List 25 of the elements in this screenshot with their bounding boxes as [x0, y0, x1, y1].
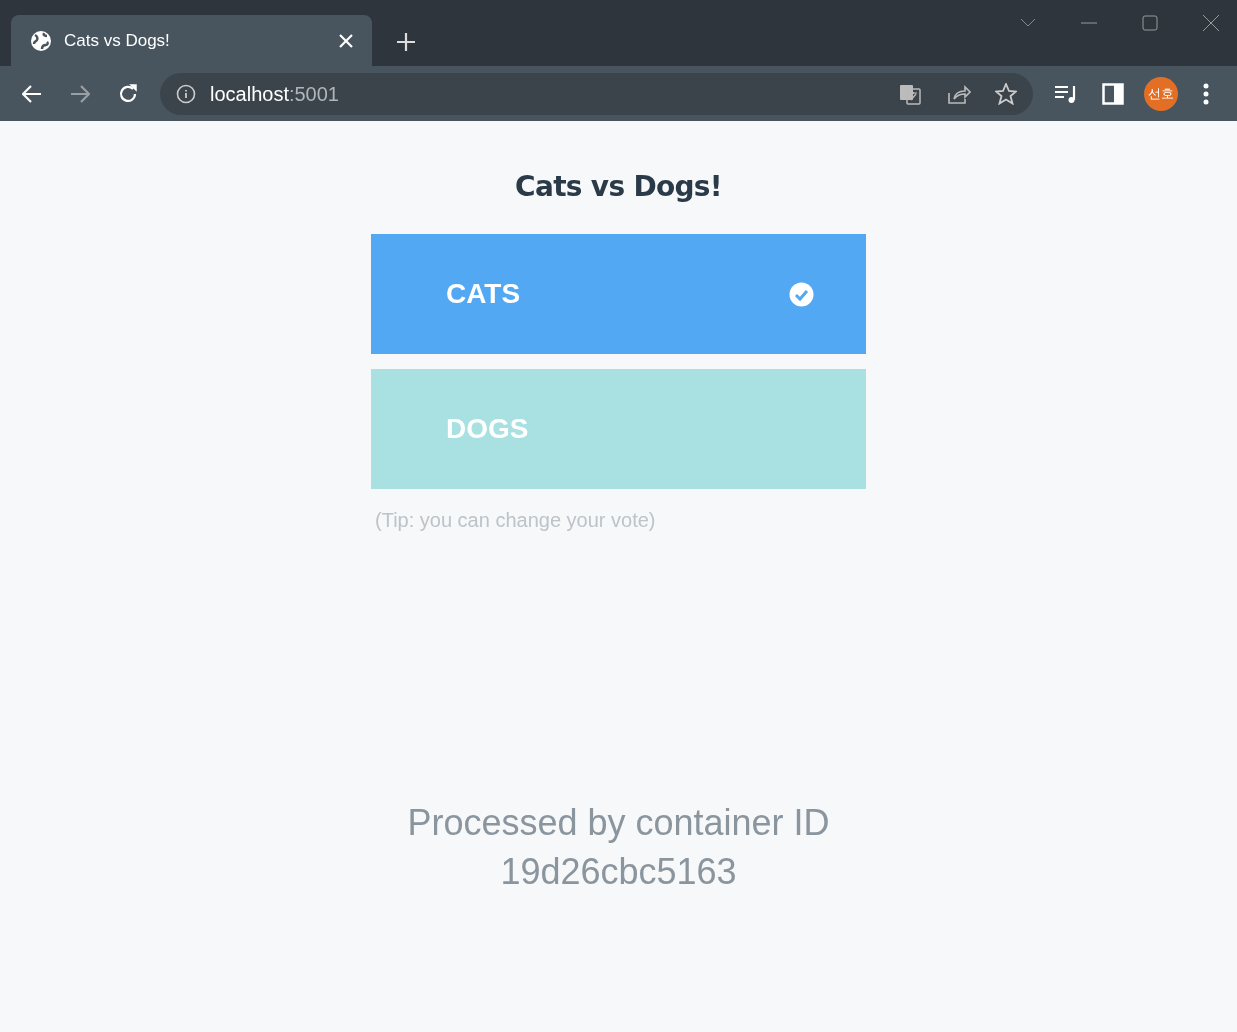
container-info-text: Processed by container ID: [407, 801, 830, 845]
share-icon[interactable]: [947, 82, 971, 105]
url-text: localhost:5001: [210, 81, 339, 107]
address-bar[interactable]: localhost:5001: [160, 72, 1033, 115]
close-icon[interactable]: [1203, 15, 1219, 31]
playlist-icon[interactable]: [1054, 83, 1078, 104]
container-info-text: 19d26cbc5163: [500, 850, 737, 894]
tip-text: (Tip: you can change your vote): [375, 508, 656, 533]
reload-icon[interactable]: [118, 83, 138, 104]
tab-title: Cats vs Dogs!: [64, 29, 171, 52]
maximize-icon[interactable]: [1142, 15, 1158, 31]
info-icon[interactable]: [176, 83, 196, 104]
translate-icon[interactable]: [899, 82, 921, 105]
chevron-down-icon[interactable]: [1020, 18, 1036, 28]
profile-avatar[interactable]: 선호: [1144, 76, 1178, 111]
browser-tab[interactable]: Cats vs Dogs!: [11, 15, 372, 66]
menu-icon[interactable]: [1203, 82, 1209, 105]
back-arrow-icon[interactable]: [22, 84, 42, 103]
page-title: Cats vs Dogs!: [515, 169, 722, 205]
side-panel-icon[interactable]: [1102, 82, 1124, 105]
checkmark-icon: [789, 281, 814, 307]
star-icon[interactable]: [995, 82, 1017, 105]
new-tab-icon[interactable]: [397, 33, 415, 51]
forward-arrow-icon[interactable]: [70, 84, 90, 103]
vote-option[interactable]: CATS: [371, 234, 866, 354]
